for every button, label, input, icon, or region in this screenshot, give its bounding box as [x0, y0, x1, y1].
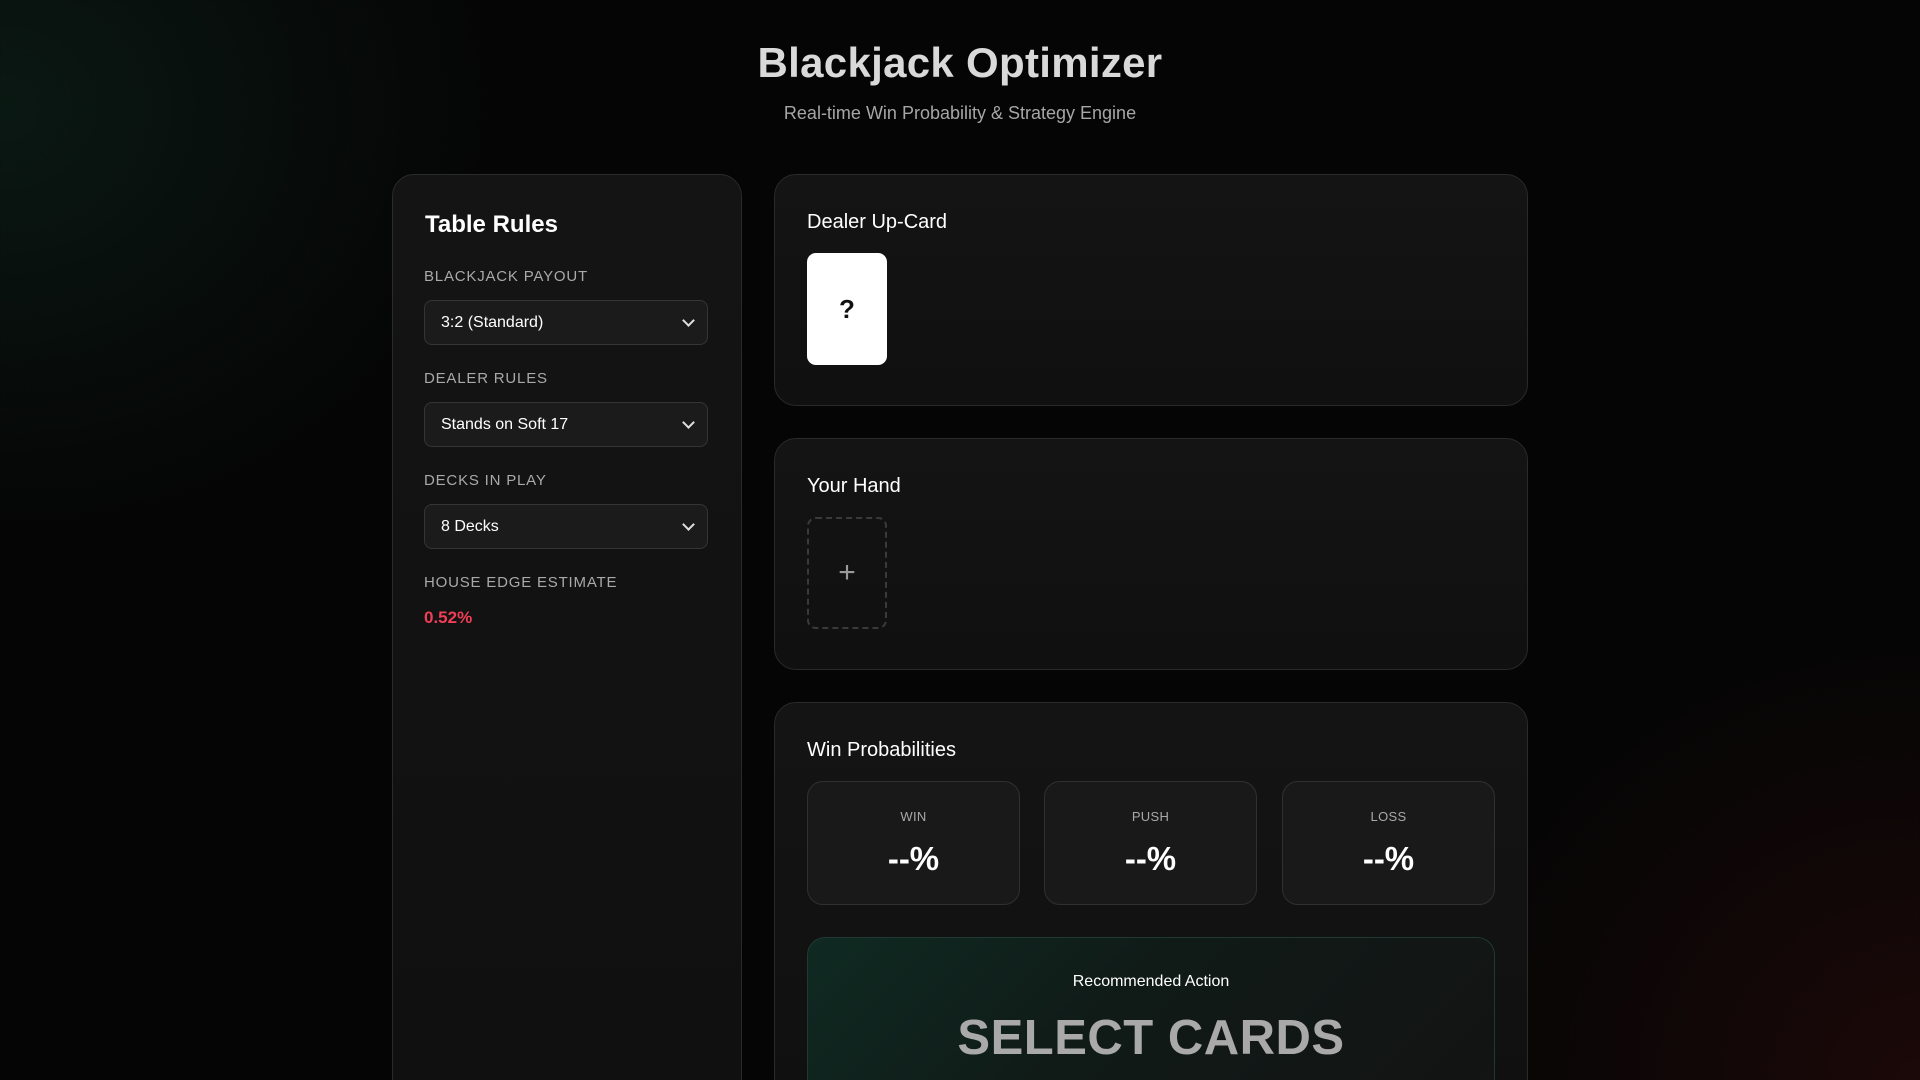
blackjack-payout-label: Blackjack Payout	[424, 268, 588, 285]
add-card-button[interactable]: +	[807, 517, 887, 629]
house-edge-label: House Edge Estimate	[424, 574, 618, 591]
app-subtitle: Real-time Win Probability & Strategy Eng…	[783, 103, 1137, 123]
loss-label: LOSS	[1370, 809, 1407, 824]
dealer-rules-select[interactable]: Stands on Soft 17	[424, 402, 708, 447]
recommended-action-box: Recommended Action SELECT CARDS	[807, 937, 1495, 1080]
win-label: WIN	[900, 809, 927, 824]
recommended-action-value: SELECT CARDS	[957, 1011, 1345, 1065]
decks-in-play-value: 8 Decks	[441, 517, 499, 535]
win-stat: WIN --%	[807, 781, 1020, 905]
win-value: --%	[887, 840, 940, 877]
plus-icon: +	[838, 556, 856, 589]
dealer-upcard[interactable]: ?	[807, 253, 887, 365]
blackjack-payout-select[interactable]: 3:2 (Standard)	[424, 300, 708, 345]
blackjack-payout-value: 3:2 (Standard)	[441, 313, 544, 331]
win-probabilities-title: Win Probabilities	[807, 739, 956, 761]
loss-value: --%	[1362, 840, 1415, 877]
chevron-down-icon	[682, 314, 695, 327]
table-rules-title: Table Rules	[425, 211, 558, 238]
dealer-rules-value: Stands on Soft 17	[441, 415, 569, 433]
chevron-down-icon	[682, 518, 695, 531]
dealer-upcard-panel	[774, 174, 1528, 406]
push-value: --%	[1124, 840, 1177, 877]
loss-stat: LOSS --%	[1282, 781, 1495, 905]
dealer-rules-label: Dealer Rules	[424, 370, 548, 387]
push-label: PUSH	[1131, 809, 1170, 824]
push-stat: PUSH --%	[1044, 781, 1257, 905]
decks-in-play-label: Decks in Play	[424, 472, 547, 489]
dealer-upcard-title: Dealer Up-Card	[807, 211, 948, 233]
your-hand-title: Your Hand	[807, 475, 901, 497]
app-title: Blackjack Optimizer	[757, 39, 1163, 86]
recommended-action-label: Recommended Action	[1072, 973, 1230, 990]
house-edge-value: 0.52%	[424, 608, 473, 627]
decks-in-play-select[interactable]: 8 Decks	[424, 504, 708, 549]
your-hand-panel	[774, 438, 1528, 670]
chevron-down-icon	[682, 416, 695, 429]
